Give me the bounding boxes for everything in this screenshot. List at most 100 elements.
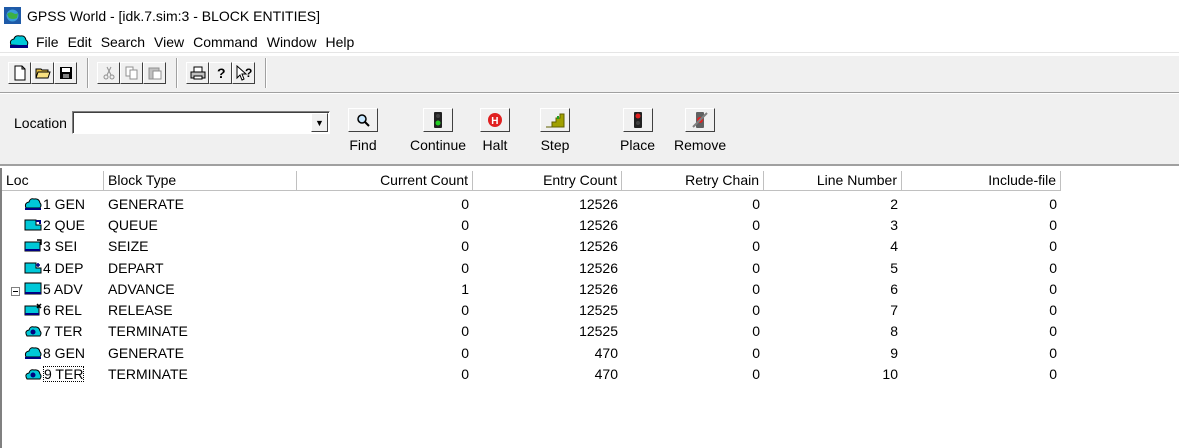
block-type-cell: SEIZE — [108, 238, 149, 255]
table-row[interactable]: 7 TER TERMINATE 0 12525 0 8 0 — [2, 321, 1179, 342]
table-row[interactable]: 3 SEI SEIZE 0 12526 0 4 0 — [2, 236, 1179, 257]
release-icon — [24, 303, 42, 317]
table-row[interactable]: 2 QUE QUEUE 0 12526 0 3 0 — [2, 214, 1179, 235]
tree-collapse-icon[interactable] — [11, 286, 20, 296]
line-number-cell: 4 — [890, 238, 898, 255]
loc-text: 3 SEI — [43, 238, 78, 255]
remove-label: Remove — [674, 137, 727, 153]
step-stairs-icon[interactable] — [540, 108, 570, 132]
terminate-icon — [24, 367, 42, 381]
retry-chain-cell: 0 — [752, 259, 760, 276]
title-bar: GPSS World - [idk.7.sim:3 - BLOCK ENTITI… — [0, 0, 1179, 31]
include-file-cell: 0 — [1049, 195, 1057, 212]
current-count-cell: 0 — [461, 323, 469, 340]
menu-command[interactable]: Command — [193, 34, 267, 50]
line-number-cell: 5 — [890, 259, 898, 276]
column-header-loc[interactable]: Loc — [2, 171, 104, 191]
entry-count-cell: 470 — [594, 344, 618, 361]
entry-count-cell: 12526 — [579, 195, 618, 212]
menu-file[interactable]: File — [36, 34, 68, 50]
loc-text: 1 GEN — [43, 195, 86, 212]
line-number-cell: 10 — [882, 366, 898, 383]
standard-toolbar: ? ? — [0, 55, 1179, 93]
line-number-cell: 6 — [890, 280, 898, 297]
retry-chain-cell: 0 — [752, 238, 760, 255]
chevron-down-icon[interactable]: ▼ — [311, 113, 328, 132]
block-type-cell: ADVANCE — [108, 280, 175, 297]
toolbar-separator — [87, 58, 89, 88]
column-header-include-file[interactable]: Include-file — [902, 171, 1061, 191]
depart-icon — [24, 261, 42, 275]
entry-count-cell: 12526 — [579, 216, 618, 233]
entry-count-cell: 12525 — [579, 323, 618, 340]
menu-window[interactable]: Window — [267, 34, 326, 50]
find-button[interactable]: Find — [348, 108, 378, 153]
entry-count-cell: 470 — [594, 366, 618, 383]
entry-count-cell: 12526 — [579, 238, 618, 255]
context-help-icon[interactable]: ? — [232, 62, 255, 84]
red-traffic-light-icon[interactable] — [622, 108, 653, 132]
remove-button[interactable]: Remove — [674, 108, 726, 153]
window-title: GPSS World - [idk.7.sim:3 - BLOCK ENTITI… — [27, 7, 321, 24]
table-row[interactable]: 8 GEN GENERATE 0 470 0 9 0 — [2, 342, 1179, 363]
generate-icon — [24, 197, 42, 211]
loc-cell: 9 TER — [2, 366, 104, 383]
column-header-block-type[interactable]: Block Type — [104, 171, 297, 191]
current-count-cell: 1 — [461, 280, 469, 297]
magnifier-icon[interactable] — [348, 108, 378, 132]
entry-count-cell: 12526 — [579, 280, 618, 297]
block-type-cell: DEPART — [108, 259, 164, 276]
print-icon[interactable] — [186, 62, 209, 84]
location-combobox[interactable]: ▼ — [72, 111, 330, 134]
toolbar-separator — [265, 58, 267, 88]
gpss-app-icon — [4, 7, 21, 24]
block-type-cell: QUEUE — [108, 216, 158, 233]
help-icon[interactable]: ? — [209, 62, 232, 84]
table-row[interactable]: 1 GEN GENERATE 0 12526 0 2 0 — [2, 193, 1179, 214]
svg-text:?: ? — [217, 65, 226, 81]
paste-icon[interactable] — [143, 62, 166, 84]
column-header-current-count[interactable]: Current Count — [297, 171, 473, 191]
copy-icon[interactable] — [120, 62, 143, 84]
continue-button[interactable]: Continue — [410, 108, 466, 153]
queue-icon — [24, 218, 42, 232]
menu-edit[interactable]: Edit — [68, 34, 101, 50]
table-row[interactable]: 9 TER TERMINATE 0 470 0 10 0 — [2, 363, 1179, 384]
include-file-cell: 0 — [1049, 344, 1057, 361]
step-button[interactable]: Step — [540, 108, 570, 153]
table-row[interactable]: 5 ADV ADVANCE 1 12526 0 6 0 — [2, 278, 1179, 299]
cut-icon[interactable] — [97, 62, 120, 84]
block-type-cell: TERMINATE — [108, 323, 188, 340]
open-folder-icon[interactable] — [31, 62, 54, 84]
menu-view[interactable]: View — [154, 34, 193, 50]
column-header-retry-chain[interactable]: Retry Chain — [622, 171, 764, 191]
location-label: Location — [14, 115, 67, 131]
menu-search[interactable]: Search — [101, 34, 154, 50]
terminate-icon — [24, 324, 42, 338]
green-traffic-light-icon[interactable] — [423, 108, 454, 132]
new-file-icon[interactable] — [8, 62, 31, 84]
seize-icon — [24, 239, 42, 253]
loc-text: 6 REL — [43, 302, 82, 319]
line-number-cell: 3 — [890, 216, 898, 233]
halt-sign-icon[interactable]: H — [480, 108, 510, 132]
remove-stop-icon[interactable] — [685, 108, 716, 132]
menu-help[interactable]: Help — [326, 34, 364, 50]
find-label: Find — [349, 137, 377, 153]
location-input[interactable] — [75, 114, 307, 131]
table-row[interactable]: 6 REL RELEASE 0 12525 0 7 0 — [2, 299, 1179, 320]
include-file-cell: 0 — [1049, 280, 1057, 297]
table-row[interactable]: 4 DEP DEPART 0 12526 0 5 0 — [2, 257, 1179, 278]
document-menu-icon[interactable] — [8, 33, 30, 51]
place-button[interactable]: Place — [620, 108, 655, 153]
svg-text:?: ? — [245, 66, 252, 80]
block-type-cell: RELEASE — [108, 302, 173, 319]
column-header-line-number[interactable]: Line Number — [764, 171, 902, 191]
halt-button[interactable]: H Halt — [480, 108, 510, 153]
halt-label: Halt — [482, 137, 508, 153]
save-icon[interactable] — [54, 62, 77, 84]
line-number-cell: 2 — [890, 195, 898, 212]
loc-text: 7 TER — [43, 323, 83, 340]
column-header-entry-count[interactable]: Entry Count — [473, 171, 622, 191]
retry-chain-cell: 0 — [752, 302, 760, 319]
